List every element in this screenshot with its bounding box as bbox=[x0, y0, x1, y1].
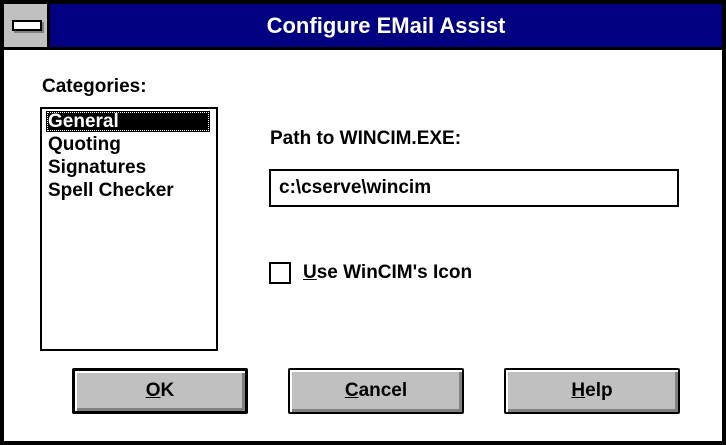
window-title: Configure EMail Assist bbox=[266, 13, 506, 38]
ok-mnemonic: O bbox=[145, 380, 161, 401]
categories-listbox[interactable]: General Quoting Signatures Spell Checker bbox=[40, 107, 218, 351]
path-label: Path to WINCIM.EXE: bbox=[270, 128, 462, 149]
ok-label-text: K bbox=[160, 380, 175, 401]
system-menu-button[interactable] bbox=[4, 4, 50, 47]
path-input[interactable] bbox=[269, 169, 679, 207]
use-wincim-icon-label[interactable]: Use WinCIM's Icon bbox=[303, 260, 472, 286]
help-button[interactable]: Help bbox=[504, 368, 680, 414]
use-wincim-icon-mnemonic: U bbox=[303, 262, 317, 283]
category-item-spell-checker[interactable]: Spell Checker bbox=[46, 180, 176, 201]
title-bar: Configure EMail Assist bbox=[4, 4, 722, 50]
category-item-signatures[interactable]: Signatures bbox=[46, 157, 148, 178]
categories-label: Categories: bbox=[42, 76, 147, 97]
help-mnemonic: H bbox=[571, 380, 586, 401]
cancel-button[interactable]: Cancel bbox=[288, 368, 464, 414]
ok-button[interactable]: OK bbox=[72, 368, 248, 414]
use-wincim-icon-checkbox[interactable] bbox=[269, 262, 291, 284]
help-label-text: elp bbox=[585, 380, 613, 401]
category-item-general[interactable]: General bbox=[46, 111, 210, 132]
cancel-label-text: ancel bbox=[358, 380, 408, 401]
category-item-quoting[interactable]: Quoting bbox=[46, 134, 123, 155]
use-wincim-icon-label-text: se WinCIM's Icon bbox=[316, 262, 473, 283]
cancel-mnemonic: C bbox=[344, 380, 359, 401]
system-menu-icon bbox=[12, 20, 42, 31]
dialog-window: Configure EMail Assist Categories: Gener… bbox=[0, 0, 726, 445]
